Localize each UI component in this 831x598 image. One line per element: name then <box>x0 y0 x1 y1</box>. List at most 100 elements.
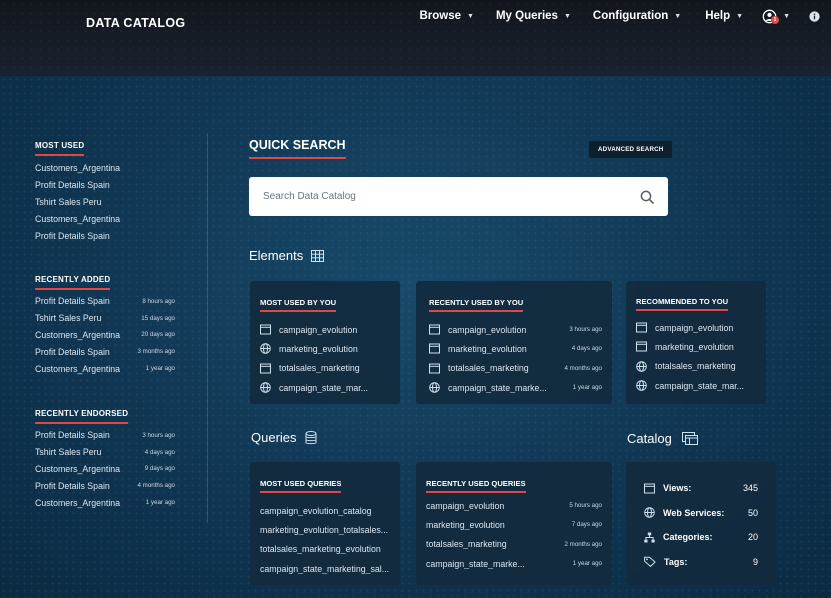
list-item[interactable]: Tshirt Sales Peru 15 days ago <box>35 310 175 327</box>
view-icon <box>429 363 440 374</box>
quick-search-title: QUICK SEARCH <box>249 138 346 159</box>
item-name: Customers_Argentina <box>35 463 121 474</box>
list-item[interactable]: Customers_Argentina 1 year ago <box>35 494 175 511</box>
recently-used-by-you-card: RECENTLY USED BY YOU campaign_evolution … <box>416 281 612 404</box>
query-row[interactable]: totalsales_marketing_evolution <box>260 540 390 559</box>
element-row[interactable]: campaign_evolution <box>636 318 756 337</box>
top-navbar: DATA CATALOG Browse ▼ My Queries ▼ Confi… <box>0 0 831 76</box>
query-name: campaign_evolution <box>426 500 505 511</box>
view-icon <box>636 322 647 333</box>
element-row[interactable]: totalsales_marketing <box>260 359 390 378</box>
element-row[interactable]: campaign_state_mar... <box>636 376 756 395</box>
list-item[interactable]: Tshirt Sales Peru <box>35 194 175 211</box>
item-name: Profit Details Spain <box>35 230 110 241</box>
query-row[interactable]: totalsales_marketing 2 months ago <box>426 535 602 554</box>
app-logo[interactable]: DATA CATALOG <box>86 16 185 30</box>
query-name: marketing_evolution_totalsales... <box>260 524 389 535</box>
list-item[interactable]: Profit Details Spain 8 hours ago <box>35 293 175 310</box>
list-item[interactable]: Profit Details Spain 3 hours ago <box>35 427 175 444</box>
element-time: 4 months ago <box>564 364 603 372</box>
nav-browse[interactable]: Browse ▼ <box>419 9 473 23</box>
view-icon <box>429 343 440 354</box>
query-row[interactable]: marketing_evolution_totalsales... <box>260 520 390 539</box>
globe-icon <box>636 360 647 372</box>
nav-help[interactable]: Help ▼ <box>705 9 743 23</box>
element-row[interactable]: marketing_evolution <box>260 339 390 358</box>
query-row[interactable]: campaign_state_marketing_sal... <box>260 559 390 578</box>
item-time: 1 year ago <box>145 499 175 507</box>
element-name: marketing_evolution <box>448 343 527 354</box>
nav-help-label: Help <box>705 10 731 22</box>
list-item[interactable]: Profit Details Spain 3 months ago <box>35 343 175 360</box>
recently-endorsed-heading: RECENTLY ENDORSED <box>35 403 129 424</box>
stat-value: 50 <box>747 507 758 518</box>
query-name: campaign_state_marketing_sal... <box>260 563 390 574</box>
recently-used-queries-card: RECENTLY USED QUERIES campaign_evolution… <box>416 462 612 585</box>
list-item[interactable]: Customers_Argentina <box>35 160 175 177</box>
element-row[interactable]: campaign_state_mar... <box>260 378 390 397</box>
list-item[interactable]: Profit Details Spain 4 months ago <box>35 477 175 494</box>
search-input[interactable] <box>263 191 640 202</box>
element-row[interactable]: campaign_evolution 3 hours ago <box>426 320 602 339</box>
list-item[interactable]: Customers_Argentina 1 year ago <box>35 360 175 377</box>
element-row[interactable]: marketing_evolution 4 days ago <box>426 339 602 358</box>
stat-web-services[interactable]: Web Services: 50 <box>644 501 758 526</box>
element-name: campaign_state_marke... <box>448 382 547 393</box>
stat-value: 345 <box>742 483 758 494</box>
query-name: campaign_state_marke... <box>426 558 525 569</box>
advanced-search-button[interactable]: ADVANCED SEARCH <box>589 141 673 158</box>
recently-added-heading: RECENTLY ADDED <box>35 269 111 290</box>
item-name: Profit Details Spain <box>35 296 110 307</box>
element-row[interactable]: campaign_state_marke... 1 year ago <box>426 378 602 397</box>
recently-endorsed-list: Profit Details Spain 3 hours ago Tshirt S… <box>35 427 175 511</box>
list-item[interactable]: Tshirt Sales Peru 4 days ago <box>35 444 175 461</box>
element-row[interactable]: totalsales_marketing 4 months ago <box>426 359 602 378</box>
item-time: 9 days ago <box>144 465 175 473</box>
stat-categories[interactable]: Categories: 20 <box>644 525 758 550</box>
list-item[interactable]: Profit Details Spain <box>35 177 175 194</box>
catalog-heading: Catalog <box>627 431 699 446</box>
element-row[interactable]: totalsales_marketing <box>636 357 756 376</box>
chevron-down-icon: ▼ <box>674 12 682 20</box>
stat-value: 20 <box>747 532 758 543</box>
query-row[interactable]: campaign_state_marke... 1 year ago <box>426 554 602 573</box>
element-name: totalsales_marketing <box>655 361 736 372</box>
item-name: Customers_Argentina <box>35 363 121 374</box>
item-name: Customers_Argentina <box>35 213 121 224</box>
element-row[interactable]: marketing_evolution <box>636 337 756 356</box>
element-name: marketing_evolution <box>655 341 734 352</box>
element-name: campaign_state_mar... <box>279 382 368 393</box>
item-time: 4 days ago <box>144 448 175 456</box>
nav-configuration[interactable]: Configuration ▼ <box>593 9 681 23</box>
card-title: RECENTLY USED QUERIES <box>426 479 526 493</box>
stat-tags[interactable]: Tags: 9 <box>644 550 758 575</box>
element-row[interactable]: campaign_evolution <box>260 320 390 339</box>
stat-views[interactable]: Views: 345 <box>644 476 758 501</box>
list-item[interactable]: Customers_Argentina 20 days ago <box>35 327 175 344</box>
view-icon <box>260 363 271 374</box>
stat-label: Categories: <box>663 532 713 543</box>
chevron-down-icon: ▼ <box>783 12 790 20</box>
query-row[interactable]: marketing_evolution 7 days ago <box>426 515 602 534</box>
item-name: Profit Details Spain <box>35 430 110 441</box>
card-title: MOST USED BY YOU <box>260 298 337 312</box>
search-icon[interactable] <box>640 190 654 204</box>
query-row[interactable]: campaign_evolution_catalog <box>260 501 390 520</box>
user-menu[interactable]: 1 ▼ <box>762 9 790 24</box>
query-time: 7 days ago <box>571 521 602 529</box>
info-button[interactable] <box>809 9 820 23</box>
element-time: 3 hours ago <box>569 326 602 334</box>
most-used-title: MOST USED <box>35 141 85 156</box>
grid-icon <box>311 249 325 262</box>
list-item[interactable]: Customers_Argentina 9 days ago <box>35 461 175 478</box>
query-row[interactable]: campaign_evolution 5 hours ago <box>426 496 602 515</box>
queries-heading: Queries <box>251 430 317 445</box>
item-name: Profit Details Spain <box>35 480 110 491</box>
list-item[interactable]: Customers_Argentina <box>35 210 175 227</box>
catalog-title: Catalog <box>627 431 672 446</box>
elements-title: Elements <box>249 248 304 263</box>
item-time: 3 hours ago <box>142 431 175 439</box>
element-time: 1 year ago <box>572 384 602 392</box>
nav-my-queries[interactable]: My Queries ▼ <box>496 9 571 23</box>
list-item[interactable]: Profit Details Spain <box>35 227 175 244</box>
